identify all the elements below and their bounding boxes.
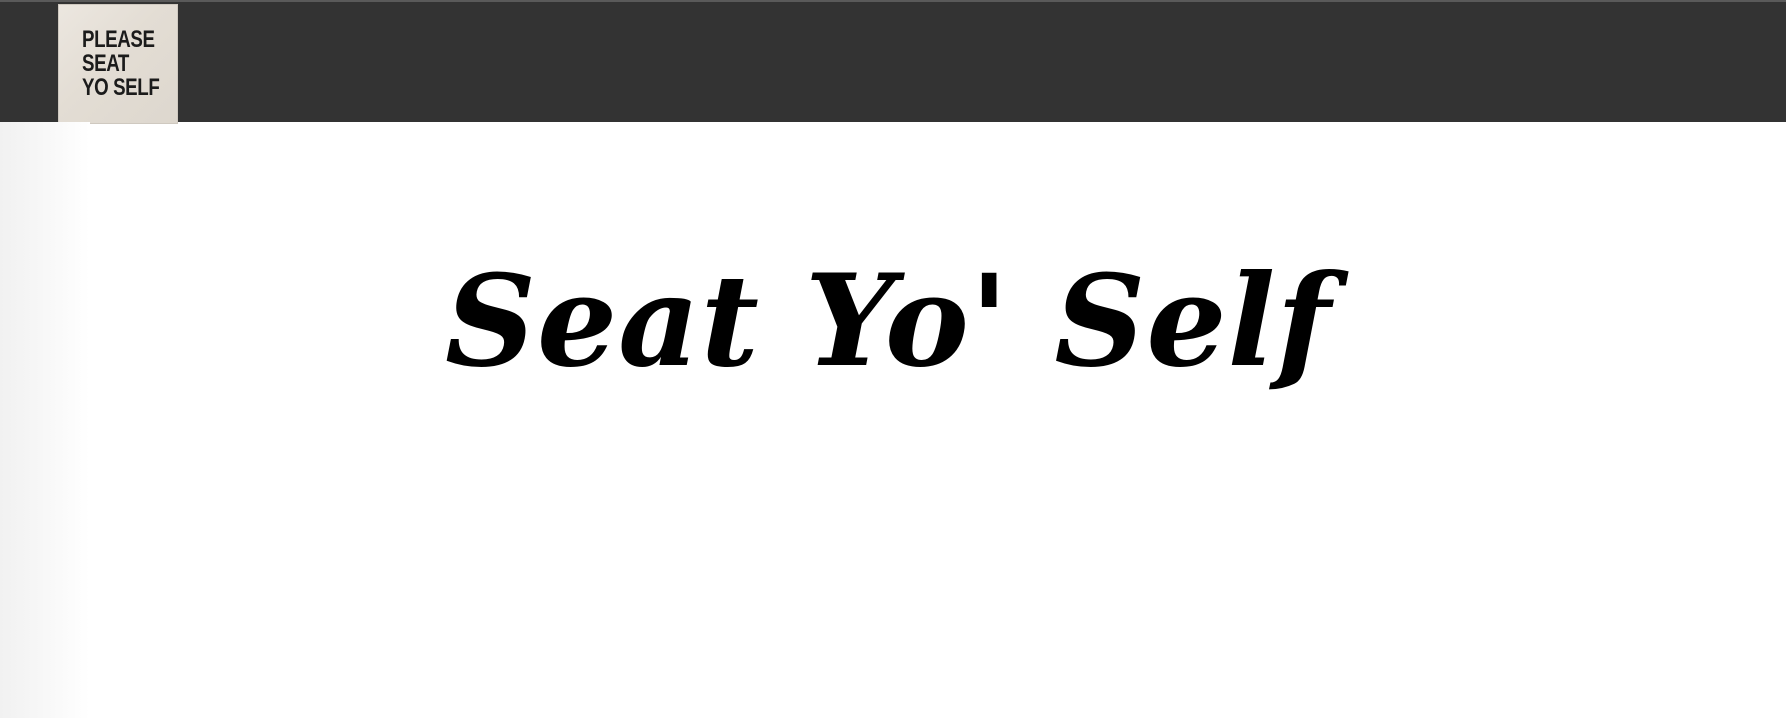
top-navigation-bar: PLEASE SEAT YO SELF <box>0 0 1786 124</box>
main-content: Seat Yo' Self <box>0 122 1786 718</box>
page-title: Seat Yo' Self <box>445 247 1332 395</box>
logo-line-3: YO SELF <box>82 74 160 101</box>
site-logo[interactable]: PLEASE SEAT YO SELF <box>58 4 178 124</box>
logo-line-2: SEAT <box>82 50 129 77</box>
logo-line-1: PLEASE <box>82 26 155 53</box>
logo-text: PLEASE SEAT YO SELF <box>82 26 160 101</box>
